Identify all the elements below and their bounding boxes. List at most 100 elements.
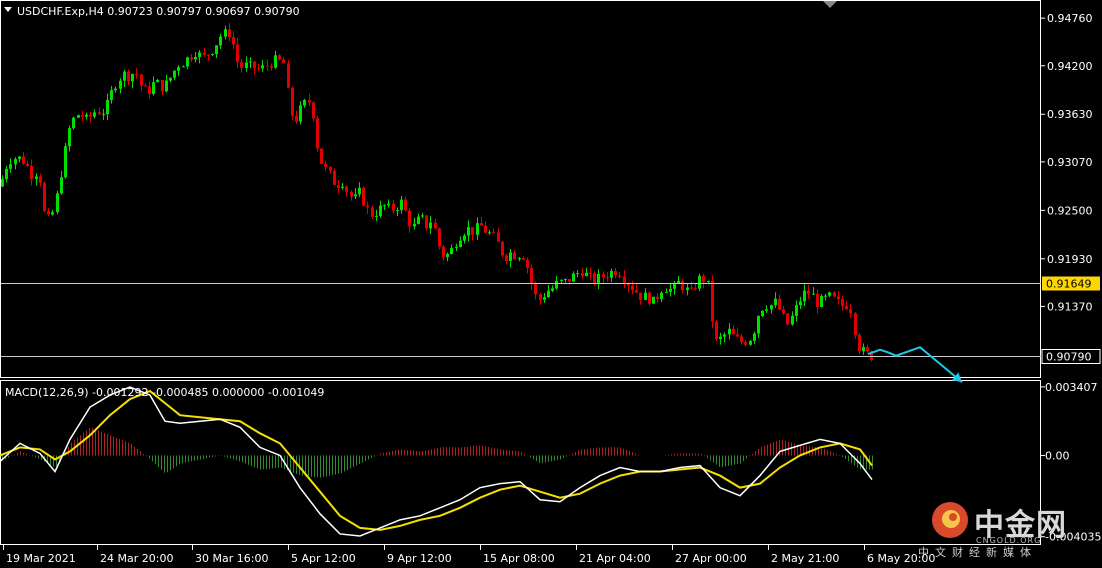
candle-body <box>866 347 869 352</box>
candle-body <box>765 309 768 311</box>
candle-body <box>47 211 50 215</box>
forecast-arrow[interactable] <box>867 346 963 383</box>
candle-body <box>715 321 718 340</box>
candle-body <box>77 115 80 118</box>
candle-body <box>119 80 122 89</box>
candle-body <box>476 223 479 235</box>
candle-body <box>291 87 294 116</box>
candle-body <box>749 340 752 345</box>
candle-body <box>841 299 844 306</box>
candle-body <box>833 292 836 297</box>
macd-main-line <box>0 386 873 537</box>
time-tick-label: 19 Mar 2021 <box>6 552 76 565</box>
candle-body <box>656 296 659 299</box>
candle-body <box>450 247 453 255</box>
candle-body <box>631 285 634 291</box>
time-tick-label: 9 Apr 12:00 <box>387 552 452 565</box>
candle-body <box>140 74 143 86</box>
candle-body <box>224 29 227 37</box>
candle-body <box>770 305 773 310</box>
time-axis: 19 Mar 2021 24 Mar 20:00 30 Mar 16:00 5 Apr… <box>3 545 935 565</box>
candle-body <box>774 298 777 306</box>
candle-body <box>198 52 201 58</box>
candle-body <box>245 62 248 69</box>
candle-body <box>744 342 747 345</box>
candle-body <box>404 199 407 211</box>
candle-body <box>795 305 798 316</box>
candle-body <box>425 215 428 229</box>
candle-body <box>492 232 495 234</box>
price-tick-label: 0.91930 <box>1047 253 1093 266</box>
candle-body <box>123 71 126 81</box>
candle-body <box>576 273 579 275</box>
symbol-dropdown-icon[interactable] <box>4 7 12 12</box>
candle-body <box>698 275 701 289</box>
candle-body <box>1 179 4 187</box>
chart-shift-marker[interactable] <box>823 1 837 8</box>
candle-body <box>644 292 647 300</box>
price-chart[interactable]: 0.91649 0.90790 0.94760 0.94200 0.93630 0.93… <box>0 0 1102 568</box>
candle-body <box>299 105 302 122</box>
chart-title: USDCHF.Exp,H4 0.90723 0.90797 0.90697 0.… <box>17 5 300 18</box>
time-tick-label: 24 Mar 20:00 <box>100 552 173 565</box>
candle-body <box>757 315 760 334</box>
candle-body <box>442 246 445 258</box>
price-tick-label: 0.93070 <box>1047 156 1093 169</box>
candle-body <box>341 186 344 188</box>
logo: 中金网 CNGOLD.ORG 中文财经新媒体 <box>918 498 1090 559</box>
candle-body <box>694 288 697 290</box>
candle-body <box>480 223 483 226</box>
candle-body <box>782 309 785 314</box>
candle-body <box>471 227 474 235</box>
candle-body <box>236 44 239 63</box>
candle-body <box>131 74 134 82</box>
candle-body <box>593 273 596 284</box>
candle-body <box>522 258 525 260</box>
candle-body <box>156 80 159 83</box>
candle-body <box>270 66 273 68</box>
candle-body <box>274 55 277 68</box>
candle-body <box>467 227 470 236</box>
candle-body <box>438 228 441 247</box>
candle-body <box>484 225 487 233</box>
candlestick-series <box>1 23 873 362</box>
candle-body <box>396 209 399 211</box>
candle-body <box>219 36 222 46</box>
price-pane-frame <box>0 0 1041 378</box>
candle-body <box>446 254 449 258</box>
candle-body <box>211 54 214 56</box>
candle-body <box>362 187 365 206</box>
candle-body <box>408 210 411 227</box>
candle-body <box>114 88 117 91</box>
candle-body <box>509 252 512 261</box>
price-tick-label: 0.92500 <box>1047 204 1093 217</box>
logo-sub-text: 中文财经新媒体 <box>918 546 1037 559</box>
candle-body <box>98 112 101 115</box>
price-label: 0.91649 <box>1046 278 1092 291</box>
candle-body <box>463 235 466 241</box>
price-tick-label: 0.93630 <box>1047 108 1093 121</box>
candle-body <box>690 287 693 289</box>
candle-body <box>669 288 672 292</box>
candle-body <box>732 328 735 335</box>
candle-body <box>387 203 390 206</box>
candle-body <box>623 276 626 284</box>
candle-body <box>350 191 353 197</box>
macd-tick-label: 0.00 <box>1045 449 1070 462</box>
candle-body <box>14 159 17 165</box>
macd-indicator <box>0 386 873 537</box>
candle-body <box>207 54 210 56</box>
candle-body <box>534 283 537 295</box>
horizontal-lines[interactable]: 0.91649 0.90790 <box>1 276 1101 364</box>
candle-body <box>505 255 508 261</box>
candle-body <box>26 163 29 166</box>
candle-body <box>190 57 193 60</box>
candle-body <box>526 259 529 269</box>
candle-body <box>639 292 642 300</box>
forecast-path[interactable] <box>867 346 963 383</box>
candle-body <box>429 222 432 229</box>
candle-body <box>316 118 319 149</box>
candle-body <box>72 117 75 129</box>
candle-body <box>177 67 180 71</box>
candle-body <box>635 290 638 293</box>
